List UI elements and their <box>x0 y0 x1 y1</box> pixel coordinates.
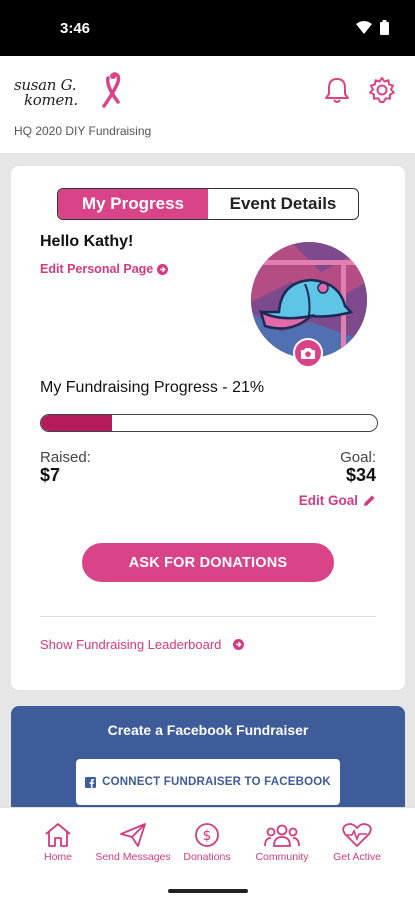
divider <box>40 616 376 617</box>
dollar-circle-icon: $ <box>195 823 219 847</box>
facebook-icon <box>85 776 97 788</box>
connect-facebook-label: CONNECT FUNDRAISER TO FACEBOOK <box>102 776 331 788</box>
app-header: susan G. komen. HQ 2020 DIY Fundraising <box>0 56 415 154</box>
komen-logo: susan G. komen. <box>14 72 124 112</box>
header-subtitle: HQ 2020 DIY Fundraising <box>14 124 152 138</box>
nav-get-active-label: Get Active <box>333 851 381 863</box>
nav-community-label: Community <box>255 851 309 863</box>
progress-bar-fill <box>41 415 112 431</box>
gear-icon[interactable] <box>368 76 396 104</box>
arrow-circle-icon <box>233 639 245 650</box>
camera-icon <box>301 347 315 359</box>
connect-facebook-button[interactable]: CONNECT FUNDRAISER TO FACEBOOK <box>76 759 340 805</box>
wifi-icon <box>356 21 372 34</box>
facebook-fundraiser-card: Create a Facebook Fundraiser CONNECT FUN… <box>11 706 405 816</box>
nav-home-label: Home <box>43 851 72 863</box>
home-indicator-bar[interactable] <box>168 889 248 893</box>
logo-line-2: komen. <box>24 91 78 109</box>
community-icon <box>264 824 300 847</box>
raised-value: $7 <box>40 465 61 485</box>
progress-card: My Progress Event Details Hello Kathy! E… <box>11 166 405 690</box>
logo-text: susan G. komen. <box>14 78 78 108</box>
nav-send-messages-label: Send Messages <box>95 851 171 863</box>
nav-donations[interactable]: $ Donations <box>167 822 247 863</box>
leaderboard-link[interactable]: Show Fundraising Leaderboard <box>40 637 245 652</box>
edit-personal-page-label: Edit Personal Page <box>40 262 154 276</box>
tab-my-progress[interactable]: My Progress <box>58 189 208 219</box>
change-photo-button[interactable] <box>293 338 323 368</box>
pink-ribbon-icon <box>102 72 121 108</box>
goal-value: $34 <box>345 465 376 485</box>
svg-text:$: $ <box>203 828 212 844</box>
ask-for-donations-button[interactable]: ASK FOR DONATIONS <box>82 543 334 582</box>
raised-label: Raised: <box>40 449 91 466</box>
status-time: 3:46 <box>60 20 91 37</box>
progress-bar <box>40 414 378 432</box>
nav-donations-label: Donations <box>183 851 231 863</box>
bottom-navigation: Home Send Messages $ Donations Community… <box>0 807 415 885</box>
home-indicator <box>0 885 415 900</box>
greeting: Hello Kathy! <box>40 233 134 250</box>
home-icon <box>45 823 71 847</box>
edit-goal-label: Edit Goal <box>298 493 358 508</box>
leaderboard-label: Show Fundraising Leaderboard <box>40 637 222 652</box>
arrow-circle-icon <box>157 263 169 275</box>
nav-home[interactable]: Home <box>18 822 98 863</box>
edit-goal-link[interactable]: Edit Goal <box>299 493 376 508</box>
paper-plane-icon <box>120 823 146 847</box>
nav-send-messages[interactable]: Send Messages <box>93 822 173 863</box>
status-bar: 3:46 <box>0 0 415 56</box>
tab-event-details[interactable]: Event Details <box>208 189 358 219</box>
goal-label: Goal: <box>340 449 376 466</box>
facebook-card-title: Create a Facebook Fundraiser <box>107 722 309 738</box>
bell-icon[interactable] <box>324 76 350 104</box>
edit-personal-page-link[interactable]: Edit Personal Page <box>40 262 169 276</box>
battery-icon <box>380 20 389 35</box>
fundraising-progress-title: My Fundraising Progress - 21% <box>40 379 265 396</box>
status-icons <box>356 20 389 35</box>
nav-community[interactable]: Community <box>242 822 322 863</box>
pencil-icon <box>364 495 375 506</box>
segmented-tabs: My Progress Event Details <box>57 188 359 220</box>
nav-get-active[interactable]: Get Active <box>317 822 397 863</box>
heart-pulse-icon <box>342 823 372 847</box>
